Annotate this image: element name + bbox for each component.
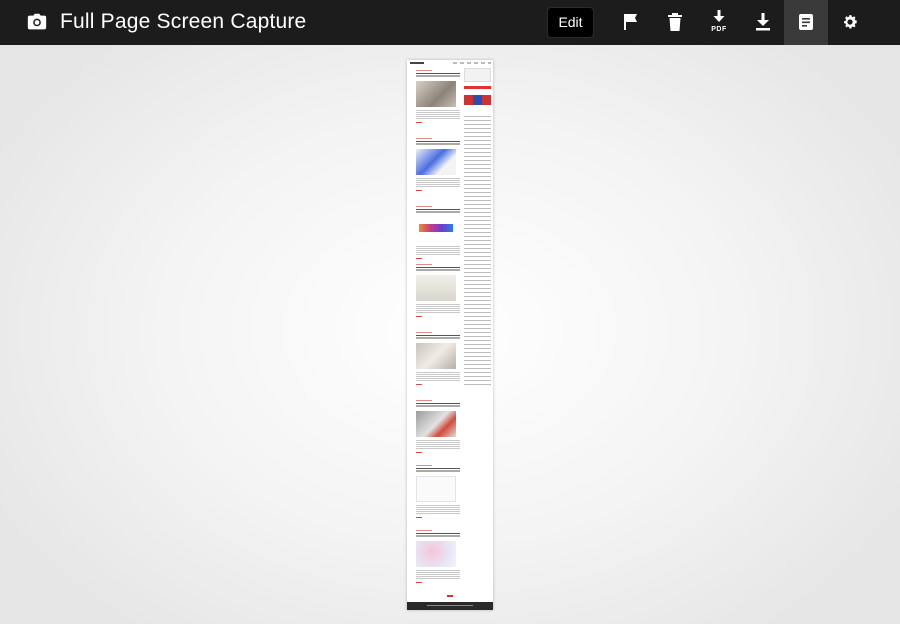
download-pdf-button[interactable]: PDF (697, 0, 741, 45)
capture-search-box (464, 68, 491, 82)
pdf-label: PDF (711, 26, 727, 33)
download-icon (756, 13, 770, 31)
gear-icon (844, 15, 857, 29)
list-item (416, 465, 462, 518)
list-item (416, 332, 462, 385)
notes-button[interactable] (784, 0, 828, 45)
list-item (416, 400, 462, 453)
flag-button[interactable] (609, 0, 653, 45)
edit-button[interactable]: Edit (547, 7, 594, 38)
download-button[interactable] (741, 0, 785, 45)
delete-button[interactable] (653, 0, 697, 45)
capture-logo (410, 62, 424, 64)
camera-icon (27, 13, 47, 30)
list-item (416, 206, 462, 259)
capture-footer (407, 602, 493, 610)
app-title: Full Page Screen Capture (60, 10, 307, 33)
capture-sidebar-banner (464, 95, 491, 105)
list-item (416, 530, 462, 583)
captured-page-preview[interactable] (407, 60, 493, 610)
notes-icon (799, 14, 813, 30)
flag-icon (624, 14, 637, 30)
list-item (416, 138, 462, 191)
capture-sidebar-button (464, 86, 491, 89)
download-pdf-icon (713, 10, 725, 22)
capture-sidebar-list (464, 116, 491, 386)
capture-pagination (447, 595, 453, 597)
list-item (416, 264, 462, 317)
trash-icon (668, 13, 682, 31)
top-toolbar: Full Page Screen Capture Edit PDF (0, 0, 900, 45)
list-item (416, 70, 462, 123)
settings-button[interactable] (828, 0, 872, 45)
capture-nav (453, 62, 491, 64)
